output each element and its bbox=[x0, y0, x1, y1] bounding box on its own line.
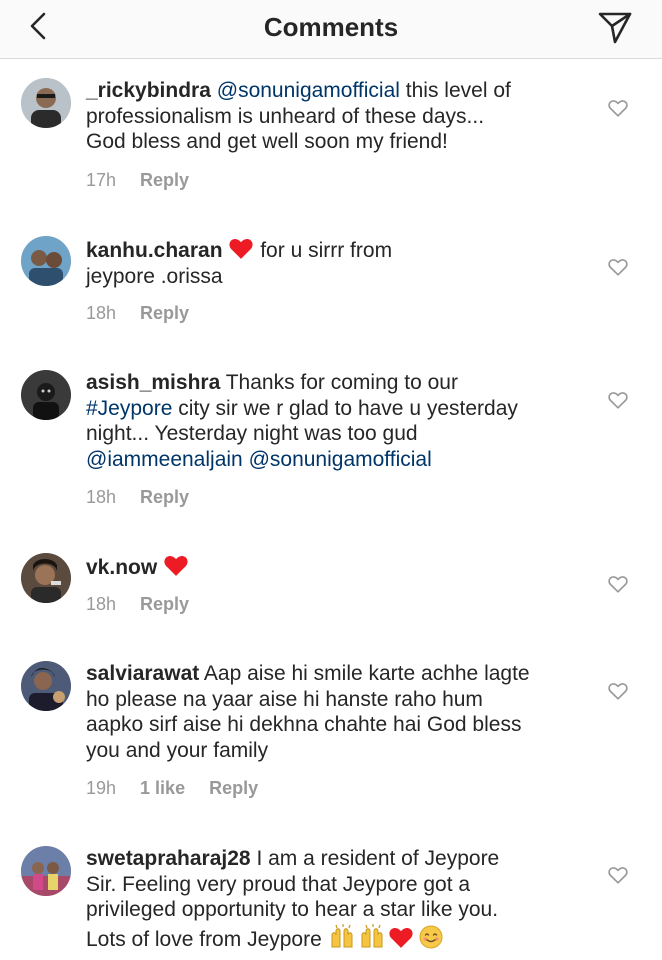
reply-button[interactable]: Reply bbox=[140, 170, 189, 190]
raised-hands-emoji-icon bbox=[331, 923, 353, 947]
avatar[interactable] bbox=[21, 846, 71, 896]
comment-username[interactable]: swetapraharaj28 bbox=[86, 847, 251, 870]
comment-username[interactable]: vk.now bbox=[86, 556, 157, 579]
comment-text: kanhu.charan for u sirrr from jeypore .o… bbox=[86, 236, 586, 289]
paper-plane-icon bbox=[598, 12, 632, 44]
reply-button[interactable]: Reply bbox=[209, 778, 258, 798]
reply-button[interactable]: Reply bbox=[140, 487, 189, 507]
page-title: Comments bbox=[263, 12, 399, 42]
comment-username[interactable]: _rickybindra bbox=[86, 79, 211, 102]
heart-outline-icon[interactable] bbox=[607, 680, 629, 702]
avatar[interactable] bbox=[21, 370, 71, 420]
comment-body: aapko sirf aise hi dekhna chahte hai God… bbox=[86, 713, 522, 736]
comment-body: city sir we r glad to have u yesterday bbox=[172, 396, 518, 420]
comment-body: Sir. Feeling very proud that Jeypore got… bbox=[86, 872, 471, 896]
comment-body: this level of bbox=[399, 79, 511, 102]
avatar[interactable] bbox=[21, 553, 71, 603]
comment-text: salviarawat Aap aise hi smile karte achh… bbox=[86, 661, 586, 763]
comment-meta: 18h Reply bbox=[86, 303, 213, 324]
avatar[interactable] bbox=[21, 661, 71, 711]
heart-outline-icon[interactable] bbox=[607, 573, 629, 595]
mention-link[interactable]: @iammeenaljain bbox=[86, 448, 243, 471]
comment-text: _rickybindra @sonunigamofficial this lev… bbox=[86, 78, 586, 155]
comment-body: ho please na yaar aise hi hanste raho hu… bbox=[86, 687, 483, 711]
comment-meta: 18h Reply bbox=[86, 594, 213, 615]
comment-body: God bless and get well soon my friend! bbox=[86, 130, 448, 153]
comment-text: asish_mishra Thanks for coming to our #J… bbox=[86, 370, 586, 472]
red-heart-emoji-icon bbox=[164, 555, 188, 576]
comment-body: you and your family bbox=[86, 738, 269, 762]
reply-button[interactable]: Reply bbox=[140, 594, 189, 614]
comment-username[interactable]: asish_mishra bbox=[86, 371, 220, 394]
mention-link[interactable]: @sonunigamofficial bbox=[217, 79, 400, 102]
comment-body: Lots of love from Jeypore bbox=[86, 927, 322, 951]
comment-body: night... Yesterday night was too gud bbox=[86, 422, 418, 445]
comment-body: privileged opportunity to hear a star li… bbox=[86, 898, 499, 921]
timestamp: 18h bbox=[86, 487, 117, 507]
comment-username[interactable]: kanhu.charan bbox=[86, 239, 223, 262]
comment-meta: 19h 1 like Reply bbox=[86, 778, 282, 799]
comment-meta: 17h Reply bbox=[86, 170, 213, 191]
red-heart-emoji-icon bbox=[389, 927, 413, 948]
comment-text: swetapraharaj28 I am a resident of Jeypo… bbox=[86, 846, 586, 952]
comment-body: I am a resident of Jeypore bbox=[250, 847, 500, 870]
share-button[interactable] bbox=[596, 8, 634, 46]
reply-button[interactable]: Reply bbox=[140, 303, 189, 323]
comment-body: professionalism is unheard of these days… bbox=[86, 104, 485, 128]
comment-meta: 18h Reply bbox=[86, 487, 213, 508]
likes-count[interactable]: 1 like bbox=[140, 778, 185, 798]
red-heart-emoji-icon bbox=[229, 238, 253, 259]
comment-username[interactable]: salviarawat bbox=[86, 662, 199, 685]
mention-link[interactable]: @sonunigamofficial bbox=[249, 448, 432, 471]
timestamp: 19h bbox=[86, 778, 117, 798]
smiling-face-emoji-icon bbox=[419, 925, 443, 948]
avatar[interactable] bbox=[21, 236, 71, 286]
raised-hands-emoji-icon bbox=[361, 923, 383, 947]
heart-outline-icon[interactable] bbox=[607, 389, 629, 411]
heart-outline-icon[interactable] bbox=[607, 97, 629, 119]
heart-outline-icon[interactable] bbox=[607, 864, 629, 886]
hashtag-link[interactable]: #Jeypore bbox=[86, 397, 172, 420]
timestamp: 17h bbox=[86, 170, 117, 190]
comment-body: Aap aise hi smile karte achhe lagte bbox=[199, 662, 530, 685]
comment-text: vk.now bbox=[86, 553, 586, 581]
heart-outline-icon[interactable] bbox=[607, 256, 629, 278]
comment-body: jeypore .orissa bbox=[86, 264, 223, 288]
avatar[interactable] bbox=[21, 78, 71, 128]
comment-body: for u sirrr from bbox=[254, 239, 393, 262]
timestamp: 18h bbox=[86, 303, 117, 323]
top-bar: Comments bbox=[0, 0, 662, 59]
timestamp: 18h bbox=[86, 594, 117, 614]
comment-body: Thanks for coming to our bbox=[220, 371, 458, 394]
